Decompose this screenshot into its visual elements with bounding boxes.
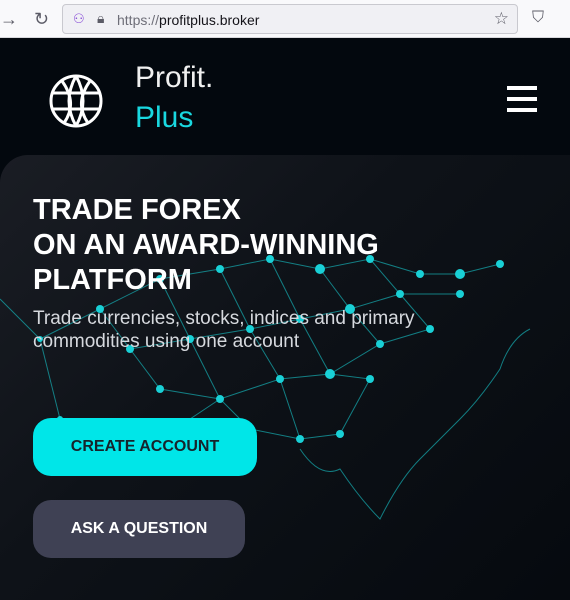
hero-title: TRADE FOREX ON AN AWARD-WINNING PLATFORM xyxy=(33,193,379,298)
brand-name-line1: Profit. xyxy=(135,61,214,94)
permissions-icon[interactable]: ⚇ xyxy=(73,11,85,27)
shield-icon[interactable]: ⛉ xyxy=(532,9,544,27)
hero-title-line: TRADE FOREX xyxy=(33,194,241,226)
hero-subtitle: Trade currencies, stocks, indices and pr… xyxy=(33,308,415,352)
brand-name-line2: Plus xyxy=(135,101,194,134)
hero-title-line: ON AN AWARD-WINNING xyxy=(33,229,379,261)
reload-icon[interactable]: ↻ xyxy=(34,9,49,30)
bookmark-star-icon[interactable]: ☆ xyxy=(494,9,509,29)
page: Profit. Plus TRADE FOREX ON AN AWARD-WIN… xyxy=(0,39,570,600)
ask-question-button[interactable]: ASK A QUESTION xyxy=(33,500,245,558)
globe-logo-icon xyxy=(49,74,103,128)
browser-toolbar: → ↻ ⚇ 🔒︎ https://profitplus.broker ☆ ⛉ xyxy=(0,0,570,38)
url-text[interactable]: https://profitplus.broker xyxy=(117,12,259,28)
hero-title-line: PLATFORM xyxy=(33,264,192,296)
lock-icon[interactable]: 🔒︎ xyxy=(97,10,104,27)
hamburger-menu-icon[interactable] xyxy=(507,86,537,112)
url-protocol: https:// xyxy=(117,12,160,28)
url-host: profitplus.broker xyxy=(159,12,260,28)
address-bar[interactable]: ⚇ 🔒︎ https://profitplus.broker ☆ xyxy=(62,4,518,34)
create-account-button[interactable]: CREATE ACCOUNT xyxy=(33,418,257,476)
forward-icon[interactable]: → xyxy=(0,9,18,30)
